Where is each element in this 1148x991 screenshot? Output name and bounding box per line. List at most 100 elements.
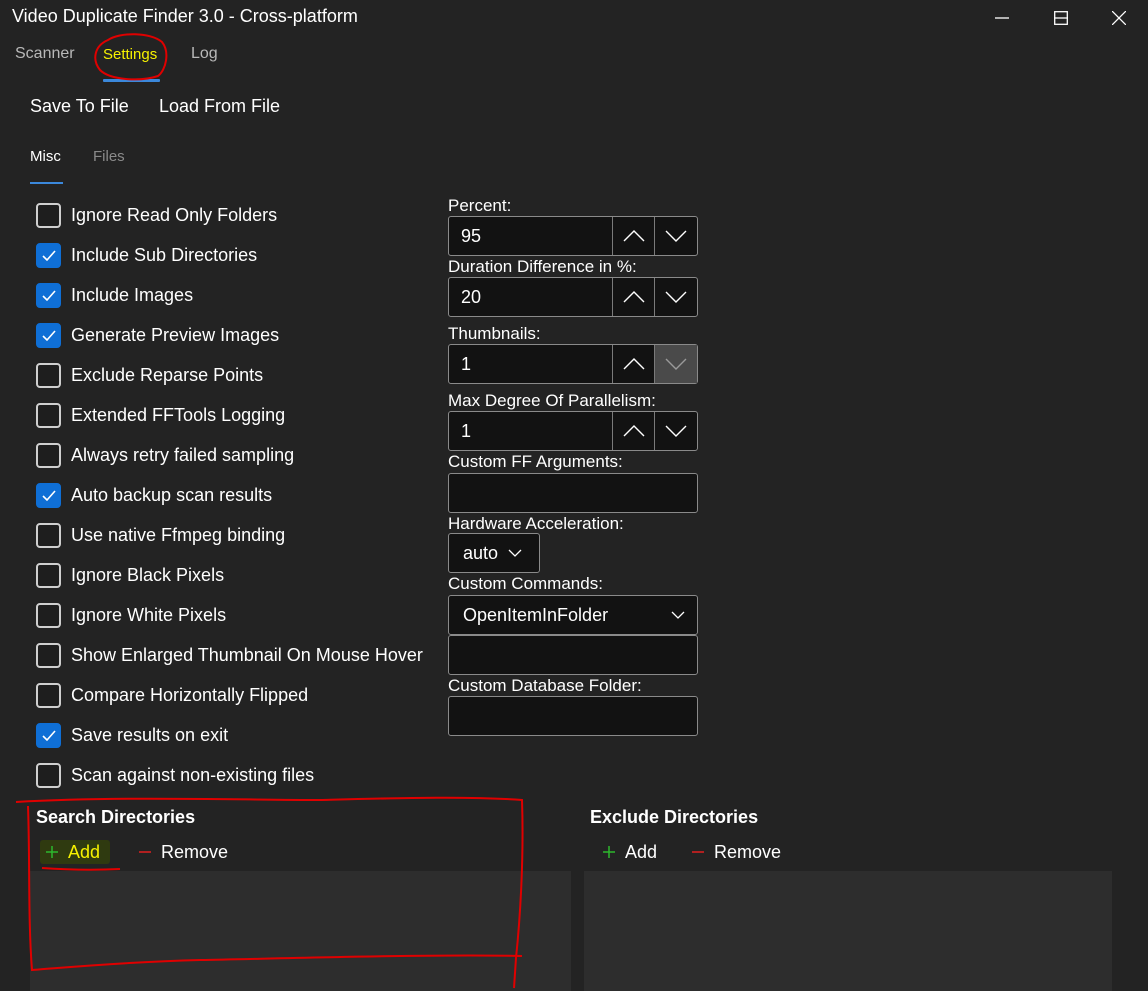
checkbox[interactable] — [36, 282, 61, 308]
checkmark-icon — [41, 329, 56, 341]
close-button[interactable] — [1090, 0, 1148, 36]
tab-misc[interactable]: Misc — [30, 148, 61, 165]
thumbnails-value[interactable]: 1 — [449, 345, 613, 383]
duration-value[interactable]: 20 — [449, 278, 613, 316]
increment-button[interactable] — [613, 278, 655, 316]
custom-commands-select[interactable]: OpenItemInFolder — [448, 595, 698, 635]
exclude-remove-button[interactable]: Remove — [692, 840, 781, 864]
save-to-file-button[interactable]: Save To File — [30, 96, 129, 117]
option-exclude-reparse-points[interactable]: Exclude Reparse Points — [36, 361, 263, 389]
maximize-button[interactable] — [1032, 0, 1090, 36]
checkbox[interactable] — [36, 402, 61, 428]
annotation-underline-add — [41, 867, 121, 871]
custom-commands-label: Custom Commands: — [448, 574, 603, 593]
option-use-native-ffmpeg-binding[interactable]: Use native Ffmpeg binding — [36, 521, 285, 549]
parallelism-value[interactable]: 1 — [449, 412, 613, 450]
option-show-enlarged-thumbnail-on-mouse-hover[interactable]: Show Enlarged Thumbnail On Mouse Hover — [36, 641, 423, 669]
search-directories-title: Search Directories — [36, 807, 196, 827]
checkbox-label: Always retry failed sampling — [71, 444, 295, 465]
checkbox[interactable] — [36, 762, 61, 788]
duration-label: Duration Difference in %: — [448, 257, 637, 276]
option-scan-against-non-existing-files[interactable]: Scan against non-existing files — [36, 761, 314, 789]
exclude-directories-list[interactable] — [584, 871, 1112, 991]
minus-icon — [692, 851, 704, 853]
checkbox-label: Save results on exit — [71, 724, 229, 745]
option-ignore-read-only-folders[interactable]: Ignore Read Only Folders — [36, 201, 277, 229]
tab-settings[interactable]: Settings — [103, 46, 157, 63]
option-auto-backup-scan-results[interactable]: Auto backup scan results — [36, 481, 272, 509]
checkbox-label: Scan against non-existing files — [71, 764, 315, 785]
ff-arguments-input[interactable] — [448, 473, 698, 513]
exclude-remove-label: Remove — [714, 841, 782, 862]
minimize-button[interactable] — [973, 0, 1031, 36]
checkbox[interactable] — [36, 722, 61, 748]
search-add-label: Add — [68, 841, 101, 862]
checkbox[interactable] — [36, 682, 61, 708]
increment-button[interactable] — [613, 345, 655, 383]
checkbox-label: Ignore Black Pixels — [71, 564, 225, 585]
option-compare-horizontally-flipped[interactable]: Compare Horizontally Flipped — [36, 681, 308, 709]
load-from-file-button[interactable]: Load From File — [159, 96, 280, 117]
exclude-directories-title: Exclude Directories — [590, 807, 759, 827]
database-folder-input[interactable] — [448, 696, 698, 736]
chevron-up-icon — [623, 230, 644, 242]
checkmark-icon — [41, 489, 56, 501]
custom-command-input[interactable] — [448, 635, 698, 675]
option-always-retry-failed-sampling[interactable]: Always retry failed sampling — [36, 441, 294, 469]
option-generate-preview-images[interactable]: Generate Preview Images — [36, 321, 279, 349]
checkbox[interactable] — [36, 242, 61, 268]
checkbox[interactable] — [36, 642, 61, 668]
checkmark-icon — [41, 289, 56, 301]
decrement-button[interactable] — [655, 217, 697, 255]
thumbnails-stepper[interactable]: 1 — [448, 344, 698, 384]
search-directories-list[interactable] — [30, 871, 571, 991]
tab-log[interactable]: Log — [191, 45, 218, 63]
checkbox-label: Use native Ffmpeg binding — [71, 524, 286, 545]
minimize-icon — [995, 17, 1009, 19]
checkbox-label: Ignore Read Only Folders — [71, 204, 278, 225]
plus-icon — [46, 846, 58, 858]
chevron-down-icon — [671, 611, 685, 619]
chevron-up-icon — [623, 291, 644, 303]
increment-button[interactable] — [613, 217, 655, 255]
option-ignore-black-pixels[interactable]: Ignore Black Pixels — [36, 561, 224, 589]
chevron-down-icon — [665, 358, 687, 370]
database-folder-label: Custom Database Folder: — [448, 676, 642, 695]
search-remove-button[interactable]: Remove — [139, 840, 228, 864]
search-remove-label: Remove — [161, 841, 229, 862]
decrement-button[interactable] — [655, 345, 697, 383]
increment-button[interactable] — [613, 412, 655, 450]
tab-scanner[interactable]: Scanner — [15, 45, 75, 63]
decrement-button[interactable] — [655, 278, 697, 316]
chevron-up-icon — [623, 358, 644, 370]
checkmark-icon — [41, 249, 56, 261]
checkbox[interactable] — [36, 322, 61, 348]
checkbox-label: Exclude Reparse Points — [71, 364, 264, 385]
checkbox[interactable] — [36, 522, 61, 548]
hw-acceleration-select[interactable]: auto — [448, 533, 540, 573]
parallelism-stepper[interactable]: 1 — [448, 411, 698, 451]
search-add-button[interactable]: Add — [40, 840, 111, 864]
checkbox[interactable] — [36, 562, 61, 588]
duration-stepper[interactable]: 20 — [448, 277, 698, 317]
option-ignore-white-pixels[interactable]: Ignore White Pixels — [36, 601, 226, 629]
active-tab-indicator — [103, 79, 160, 82]
option-save-results-on-exit[interactable]: Save results on exit — [36, 721, 228, 749]
checkbox[interactable] — [36, 202, 61, 228]
exclude-add-label: Add — [625, 841, 658, 862]
checkbox[interactable] — [36, 442, 61, 468]
percent-stepper[interactable]: 95 — [448, 216, 698, 256]
percent-value[interactable]: 95 — [449, 217, 613, 255]
decrement-button[interactable] — [655, 412, 697, 450]
hw-acceleration-value: auto — [463, 542, 499, 563]
option-extended-fftools-logging[interactable]: Extended FFTools Logging — [36, 401, 285, 429]
chevron-down-icon — [665, 425, 687, 437]
checkbox[interactable] — [36, 362, 61, 388]
checkbox[interactable] — [36, 482, 61, 508]
checkbox-label: Include Sub Directories — [71, 244, 258, 265]
checkbox[interactable] — [36, 602, 61, 628]
tab-files[interactable]: Files — [93, 148, 125, 165]
option-include-sub-directories[interactable]: Include Sub Directories — [36, 241, 257, 269]
exclude-add-button[interactable]: Add — [603, 840, 657, 864]
option-include-images[interactable]: Include Images — [36, 281, 193, 309]
